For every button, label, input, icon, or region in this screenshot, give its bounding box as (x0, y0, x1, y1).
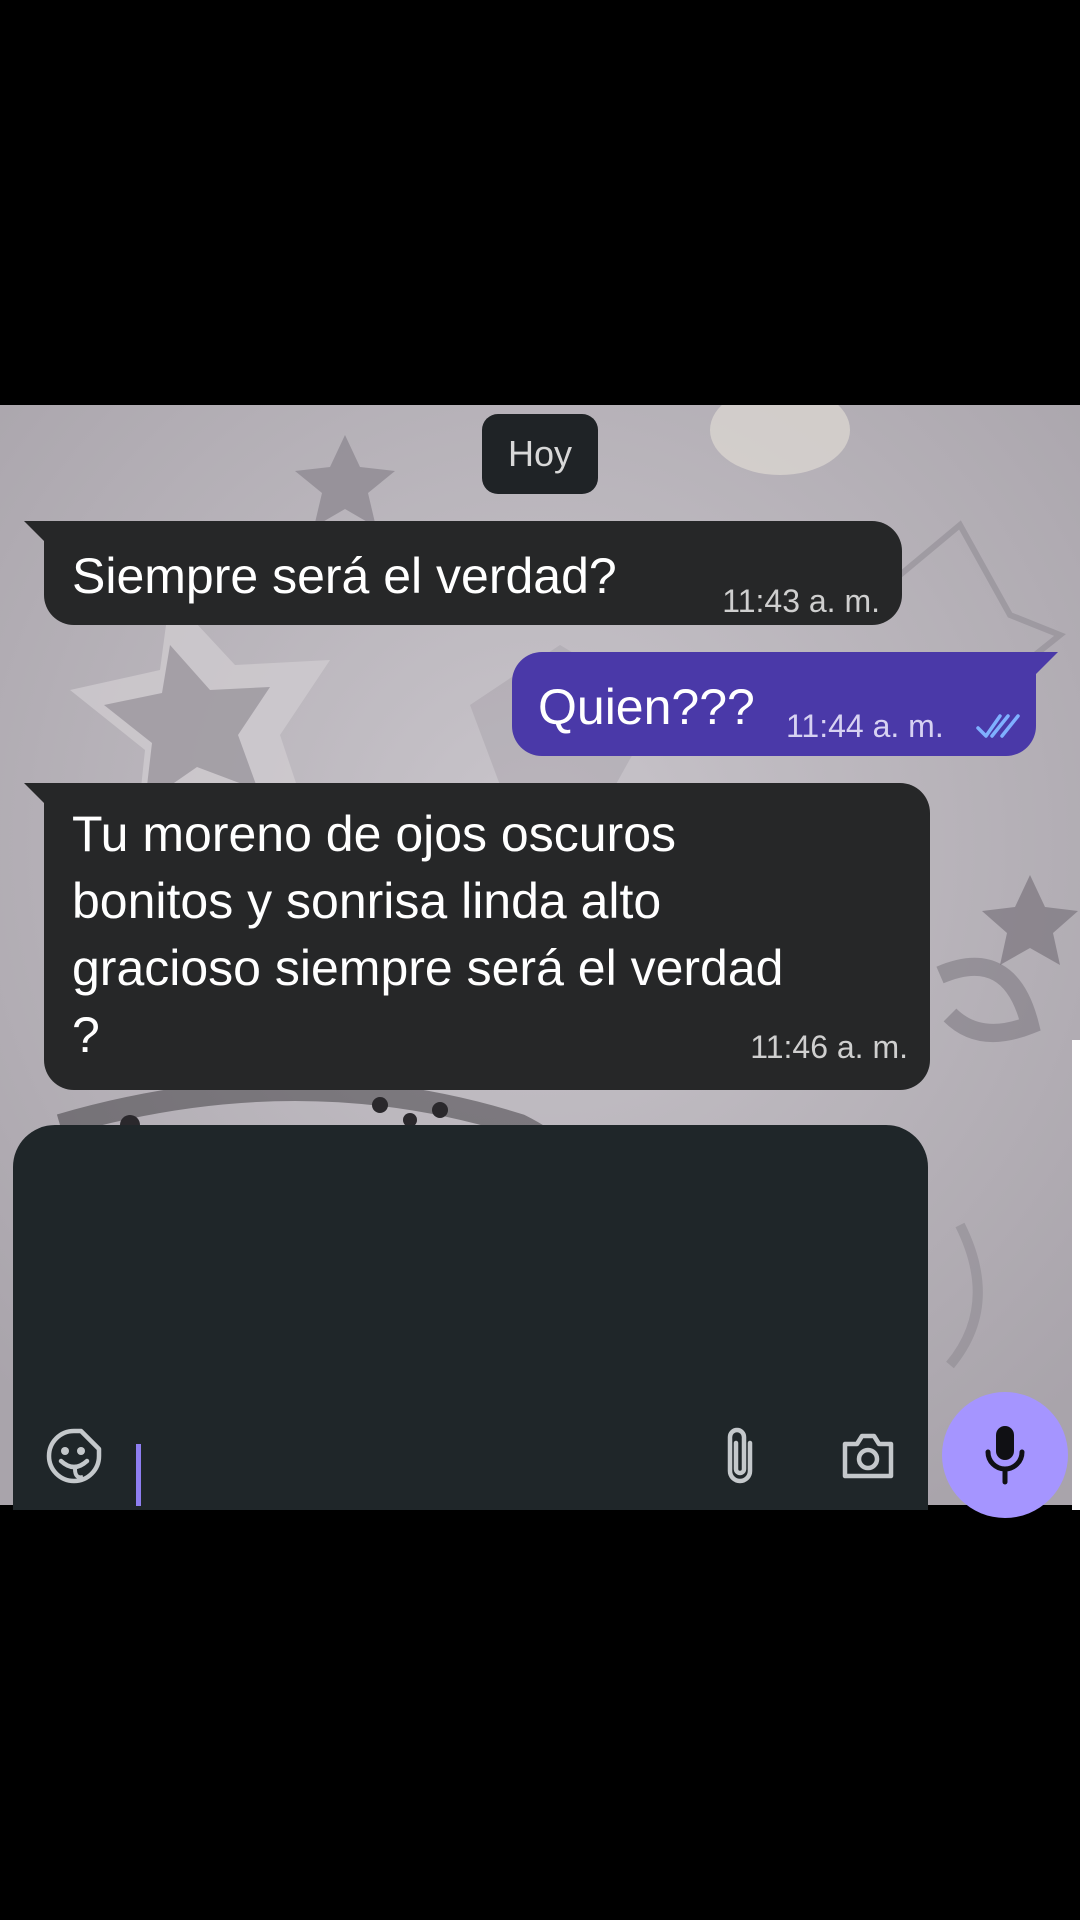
paperclip-icon[interactable] (712, 1424, 768, 1488)
incoming-message[interactable]: Siempre será el verdad? 11:43 a. m. (44, 521, 902, 625)
date-separator: Hoy (482, 414, 598, 494)
microphone-icon (985, 1426, 1025, 1485)
incoming-message[interactable]: Tu moreno de ojos oscuros bonitos y sonr… (44, 783, 930, 1090)
scroll-edge (1072, 1040, 1080, 1510)
date-separator-label: Hoy (507, 433, 573, 474)
text-cursor (136, 1444, 141, 1506)
message-time: 11:44 a. m. (786, 708, 944, 744)
message-time: 11:46 a. m. (750, 1029, 908, 1065)
voice-record-button[interactable] (942, 1392, 1068, 1518)
message-time: 11:43 a. m. (722, 583, 880, 619)
camera-icon[interactable] (838, 1426, 898, 1486)
bubble-tail (24, 783, 46, 805)
message-text: Tu moreno de ojos oscuros bonitos y sonr… (72, 806, 784, 1063)
screen: Hoy Siempre será el verdad? 11:43 a. m. … (0, 0, 1080, 1920)
bubble-tail (24, 521, 46, 543)
message-composer[interactable] (13, 1125, 928, 1510)
double-check-icon (976, 714, 1020, 738)
outgoing-message[interactable]: Quien??? 11:44 a. m. (512, 652, 1036, 756)
bubble-tail (1036, 652, 1058, 674)
sticker-emoji-icon[interactable] (44, 1426, 104, 1486)
